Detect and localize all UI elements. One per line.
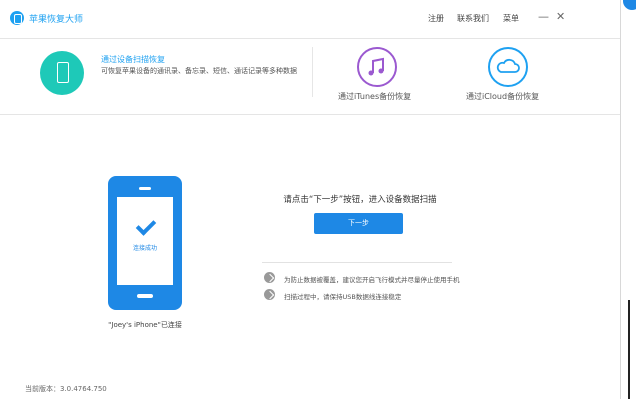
- device-scan-title[interactable]: 通过设备扫描恢复: [101, 54, 165, 65]
- register-link[interactable]: 注册: [428, 13, 444, 24]
- airplane-icon: [264, 272, 275, 283]
- icloud-mode-button[interactable]: [488, 47, 528, 87]
- itunes-mode-button[interactable]: [357, 47, 397, 87]
- contact-link[interactable]: 联系我们: [457, 13, 489, 24]
- cloud-icon: [496, 58, 520, 73]
- device-scan-desc: 可恢复苹果设备的通讯录、备忘录、短信、通话记录等多种数据: [101, 67, 297, 75]
- phone-home-button: [137, 294, 153, 298]
- app-title: 苹果恢复大师: [29, 15, 84, 25]
- usb-icon: [264, 289, 275, 300]
- version-label: 当前版本：3.0.4764.750: [25, 385, 107, 393]
- icloud-mode-label[interactable]: 通过iCloud备份恢复: [466, 91, 539, 102]
- minimize-button[interactable]: —: [538, 10, 549, 23]
- close-button[interactable]: ✕: [556, 10, 565, 23]
- edge-scrollbar: [628, 300, 630, 399]
- scan-prompt: 请点击“下一步”按钮，进入设备数据扫描: [283, 195, 437, 205]
- title-bar: 苹果恢复大师 注册 联系我们 菜单 — ✕: [0, 0, 620, 39]
- recovery-modes-bar: 通过设备扫描恢复 可恢复苹果设备的通讯录、备忘录、短信、通话记录等多种数据 通过…: [0, 39, 620, 115]
- phone-speaker: [139, 187, 151, 190]
- tip-airplane-mode: 为防止数据被覆盖，建议您开启飞行模式并尽量停止使用手机: [284, 276, 460, 284]
- tip-usb-connection: 扫描过程中，请保持USB数据线连接稳定: [284, 293, 402, 301]
- device-connected-caption: "Joey's iPhone"已连接: [108, 321, 182, 329]
- phone-screen: 连接成功: [117, 197, 173, 285]
- connected-phone-illustration: 连接成功: [108, 176, 182, 310]
- app-logo-icon: [10, 11, 24, 25]
- phone-icon: [57, 62, 69, 83]
- music-note-icon: [368, 57, 384, 76]
- divider: [312, 47, 313, 97]
- connection-status: 连接成功: [132, 245, 157, 252]
- app-window: 苹果恢复大师 注册 联系我们 菜单 — ✕ 通过设备扫描恢复 可恢复苹果设备的通…: [0, 0, 621, 399]
- menu-button[interactable]: 菜单: [503, 13, 519, 24]
- checkmark-icon: [135, 215, 157, 236]
- itunes-mode-label[interactable]: 通过iTunes备份恢复: [338, 91, 411, 102]
- next-step-button[interactable]: 下一步: [314, 213, 403, 234]
- divider: [262, 262, 452, 263]
